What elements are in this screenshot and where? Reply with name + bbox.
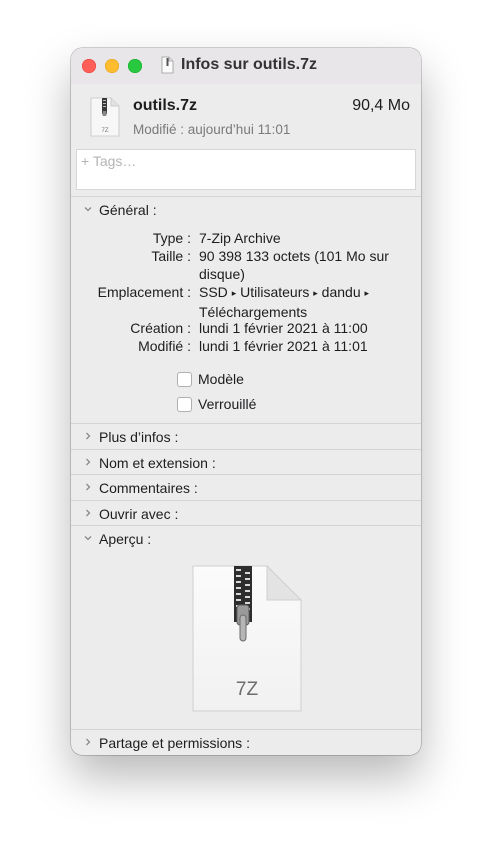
file-modified: Modifié : aujourd’hui 11:01 [133, 122, 291, 137]
file-name: outils.7z [133, 97, 198, 114]
template-checkbox[interactable] [177, 372, 192, 387]
file-icon-label: 7Z [101, 128, 108, 134]
path-separator-icon: ▸ [231, 288, 237, 298]
section-general-label: Général : [99, 202, 157, 218]
chevron-right-icon [86, 432, 91, 440]
section-preview-label: Aperçu : [99, 531, 152, 547]
info-key: Modifié : [138, 338, 191, 354]
section-more-info-label: Plus d’infos : [99, 429, 179, 445]
divider [71, 500, 421, 501]
section-more-info-toggle[interactable]: Plus d’infos : [71, 427, 421, 451]
close-button[interactable] [82, 59, 96, 73]
divider [71, 474, 421, 475]
info-key: Type : [152, 230, 191, 246]
path-segment: SSD [199, 284, 228, 300]
chevron-down-icon [84, 207, 92, 212]
path-segment: Utilisateurs [240, 284, 310, 300]
zoom-button[interactable] [128, 59, 142, 73]
locked-checkbox-label[interactable]: Verrouillé [198, 396, 256, 412]
preview-icon-label: 7Z [236, 679, 259, 700]
info-window: Infos sur outils.7z 7Z outils.7z 90,4 Mo… [71, 48, 421, 755]
info-value: lundi 1 février 2021 à 11:01 [199, 338, 368, 354]
section-open-with-label: Ouvrir avec : [99, 506, 179, 522]
tags-field[interactable]: + Tags… [76, 149, 416, 190]
path-segment: dandu [321, 284, 361, 300]
divider [71, 729, 421, 730]
path-separator-icon: ▸ [364, 288, 370, 298]
info-value: lundi 1 février 2021 à 11:00 [199, 320, 368, 336]
path-segment: Téléchargements [199, 304, 308, 320]
section-sharing-toggle[interactable]: Partage et permissions : [71, 733, 421, 755]
chevron-right-icon [86, 483, 91, 491]
info-value-path: SSD ▸ Utilisateurs ▸ dandu ▸ Téléchargem… [199, 283, 399, 321]
title-bar: Infos sur outils.7z [71, 48, 421, 84]
path-separator-icon: ▸ [313, 288, 318, 298]
chevron-right-icon [86, 509, 91, 517]
locked-checkbox[interactable] [177, 397, 192, 412]
section-preview-toggle[interactable]: Aperçu : [71, 529, 421, 553]
chevron-down-icon [84, 536, 92, 541]
minimize-button[interactable] [105, 59, 119, 73]
file-size: 90,4 Mo [352, 97, 410, 114]
tags-placeholder: + Tags… [81, 153, 137, 169]
divider [71, 525, 421, 526]
zip-archive-preview-icon: 7Z [192, 565, 303, 712]
section-comments-toggle[interactable]: Commentaires : [71, 478, 421, 502]
section-general-toggle[interactable]: Général : [71, 200, 421, 224]
chevron-right-icon [86, 738, 91, 746]
divider [71, 449, 421, 450]
info-value: 7-Zip Archive [199, 230, 281, 246]
divider [71, 196, 421, 197]
divider [71, 423, 421, 424]
document-icon [161, 56, 174, 74]
chevron-right-icon [86, 458, 91, 466]
info-key: Création : [130, 320, 191, 336]
zip-archive-icon: 7Z [90, 97, 120, 137]
section-sharing-label: Partage et permissions : [99, 735, 250, 751]
file-header: 7Z outils.7z 90,4 Mo Modifié : aujourd’h… [71, 84, 421, 146]
info-key: Emplacement : [97, 284, 191, 300]
info-key: Taille : [151, 248, 191, 264]
info-value: 90 398 133 octets (101 Mo sur disque) [199, 248, 389, 282]
section-comments-label: Commentaires : [99, 480, 198, 496]
window-title: Infos sur outils.7z [181, 56, 318, 73]
section-name-extension-label: Nom et extension : [99, 455, 216, 471]
template-checkbox-label[interactable]: Modèle [198, 371, 244, 387]
